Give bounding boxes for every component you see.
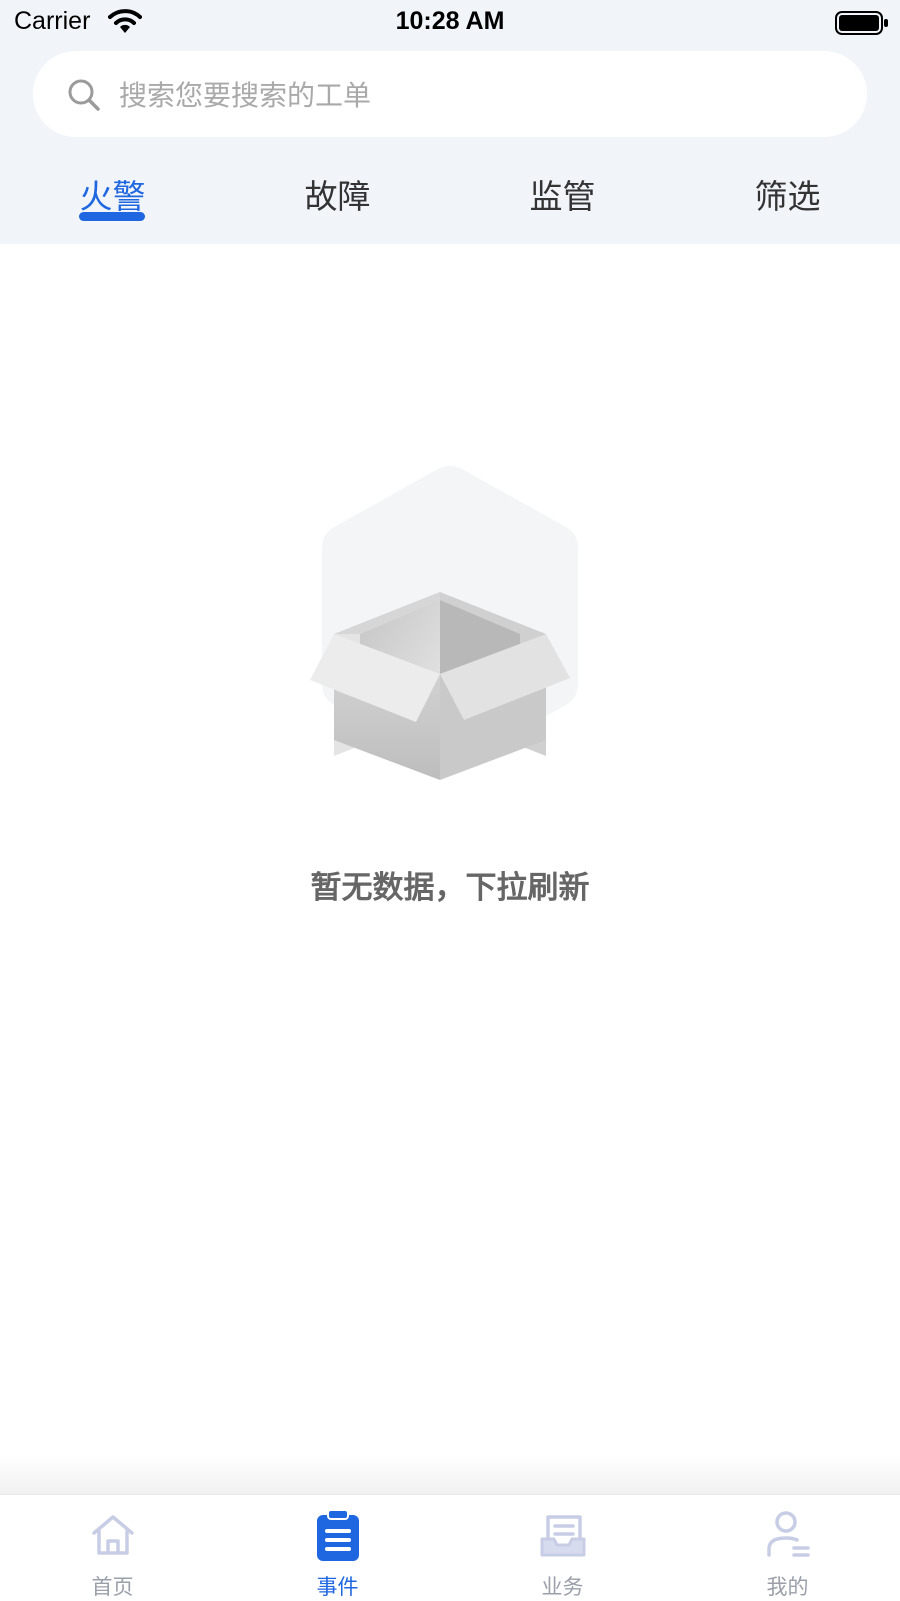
clipboard-icon	[313, 1509, 363, 1561]
bottom-tab-bar: 首页 事件 业务 我的	[0, 1494, 900, 1601]
tab-supervision[interactable]: 监管	[450, 170, 675, 218]
status-bar: Carrier 10:28 AM	[0, 0, 900, 46]
search-icon	[67, 78, 101, 116]
document-tray-icon	[538, 1509, 588, 1561]
tabbar-item-business[interactable]: 业务	[450, 1495, 675, 1601]
tab-filter[interactable]: 筛选	[675, 170, 900, 218]
tabbar-item-events[interactable]: 事件	[225, 1495, 450, 1601]
tab-fault[interactable]: 故障	[225, 170, 450, 218]
tabbar-label-profile: 我的	[766, 1575, 809, 1599]
tab-fire-alarm[interactable]: 火警	[0, 170, 225, 218]
profile-icon	[763, 1509, 813, 1561]
empty-state-message: 暂无数据，下拉刷新	[310, 870, 590, 906]
header-area: Carrier 10:28 AM 火警 故障	[0, 0, 900, 244]
clock: 10:28 AM	[395, 7, 505, 35]
tabbar-item-home[interactable]: 首页	[0, 1495, 225, 1601]
search-bar[interactable]	[33, 51, 867, 137]
home-icon	[88, 1509, 138, 1561]
battery-icon	[835, 11, 889, 39]
tabbar-label-home: 首页	[91, 1575, 134, 1599]
tabbar-item-profile[interactable]: 我的	[675, 1495, 900, 1601]
active-tab-indicator	[79, 212, 145, 221]
search-input[interactable]	[117, 69, 821, 121]
tabbar-label-business: 业务	[541, 1575, 584, 1599]
tabbar-label-events: 事件	[316, 1575, 359, 1599]
tabbar-shadow	[0, 1455, 900, 1495]
empty-box-icon	[290, 464, 610, 794]
